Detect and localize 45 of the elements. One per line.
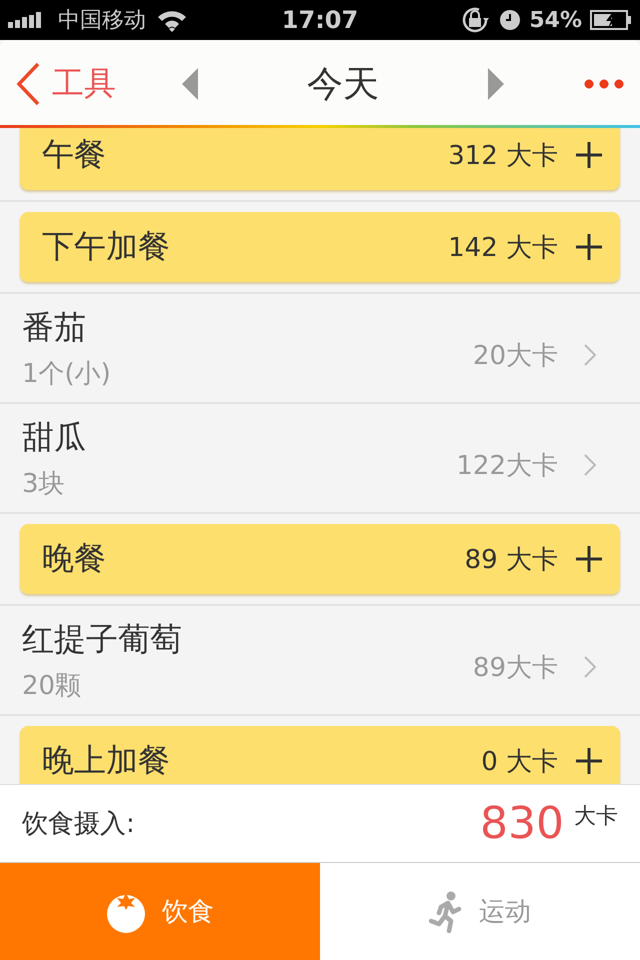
calorie-total: 830 bbox=[480, 798, 564, 849]
carrier-name: 中国移动 bbox=[58, 7, 146, 35]
meal-name: 晚餐 bbox=[42, 538, 107, 579]
clock-time: 17:07 bbox=[282, 6, 358, 34]
plus-icon[interactable] bbox=[576, 546, 602, 572]
meal-header[interactable]: 下午加餐 142 大卡 bbox=[20, 212, 620, 282]
plus-icon[interactable] bbox=[576, 748, 602, 774]
summary-label: 饮食摄入: bbox=[22, 808, 136, 841]
meal-calories: 142 大卡 bbox=[448, 232, 558, 264]
next-day-icon[interactable] bbox=[488, 68, 504, 100]
battery-percent: 54% bbox=[529, 8, 582, 32]
more-icon[interactable] bbox=[584, 79, 624, 89]
meal-header[interactable]: 午餐 312 大卡 bbox=[20, 128, 620, 190]
meal-calories: 312 大卡 bbox=[448, 140, 558, 172]
food-row[interactable]: 番茄 1个(小) 20大卡 bbox=[0, 294, 640, 404]
previous-day-icon[interactable] bbox=[182, 68, 198, 100]
food-name: 红提子葡萄 bbox=[22, 618, 183, 660]
plus-icon[interactable] bbox=[576, 234, 602, 260]
meal-header[interactable]: 晚上加餐 0 大卡 bbox=[20, 726, 620, 784]
food-amount: 20颗 bbox=[22, 670, 82, 702]
food-amount: 1个(小) bbox=[22, 358, 112, 390]
chevron-right-icon bbox=[584, 454, 596, 476]
food-row[interactable]: 甜瓜 3块 122大卡 bbox=[0, 404, 640, 514]
food-calories: 20大卡 bbox=[472, 340, 558, 372]
meal-header[interactable]: 晚餐 89 大卡 bbox=[20, 524, 620, 594]
chevron-right-icon bbox=[584, 344, 596, 366]
food-name: 甜瓜 bbox=[22, 416, 87, 458]
food-amount: 3块 bbox=[22, 468, 66, 500]
running-person-icon bbox=[429, 890, 463, 932]
meal-calories: 89 大卡 bbox=[464, 544, 558, 576]
food-calories: 89大卡 bbox=[472, 652, 558, 684]
alarm-icon bbox=[499, 9, 522, 31]
chevron-right-icon bbox=[584, 656, 596, 678]
food-calories: 122大卡 bbox=[456, 450, 558, 482]
meal-name: 晚上加餐 bbox=[42, 740, 171, 781]
battery-icon bbox=[590, 9, 632, 31]
chevron-left-icon bbox=[16, 62, 40, 106]
calorie-unit: 大卡 bbox=[574, 803, 618, 831]
meal-calories: 0 大卡 bbox=[481, 746, 558, 778]
food-row[interactable]: 红提子葡萄 20颗 89大卡 bbox=[0, 606, 640, 716]
food-name: 番茄 bbox=[22, 306, 87, 348]
plus-icon[interactable] bbox=[576, 142, 602, 168]
meal-name: 午餐 bbox=[42, 134, 107, 175]
meal-name: 下午加餐 bbox=[42, 226, 171, 267]
nav-title: 今天 bbox=[306, 62, 380, 106]
